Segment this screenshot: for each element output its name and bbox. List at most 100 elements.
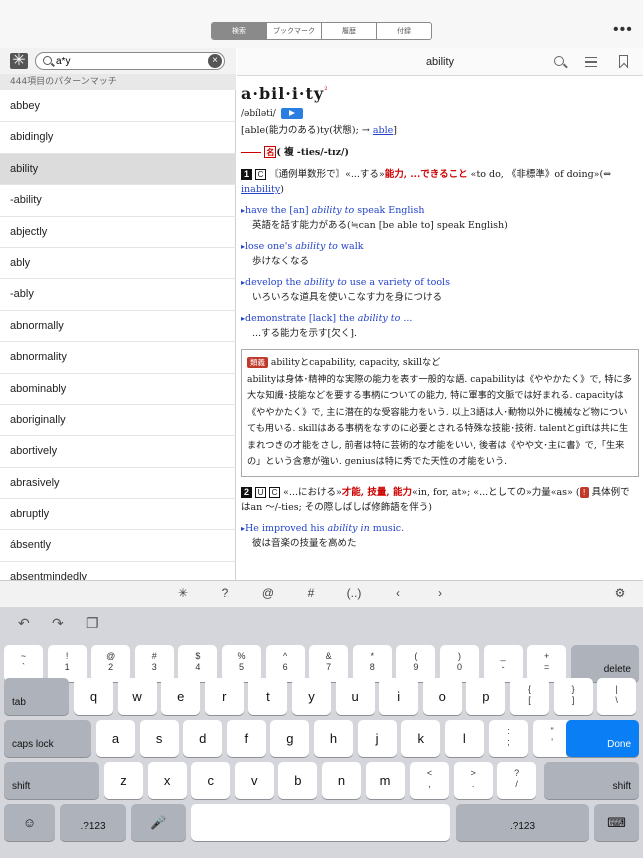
key-12[interactable]: + = [527,645,567,682]
key-5[interactable]: % 5 [222,645,261,682]
key-x[interactable]: x [147,762,187,799]
key-sym[interactable]: | \ [597,678,637,715]
menu-icon[interactable] [585,57,597,67]
at-key[interactable]: @ [258,586,278,600]
key-q[interactable]: q [74,678,113,715]
key-sym[interactable]: <, [410,762,449,799]
dictation-key[interactable]: 🎤 [131,804,186,841]
more-icon[interactable]: ••• [613,22,633,38]
hide-keyboard-key[interactable]: ⌨ [594,804,639,841]
key-2[interactable]: @2 [91,645,131,682]
key-sym[interactable]: :; [489,720,528,757]
caps-lock-key[interactable]: caps lock [4,720,91,757]
tab-key[interactable]: tab [4,678,69,715]
key-sym[interactable]: ? / [497,762,537,799]
shift-key-left[interactable]: shift [4,762,99,799]
key-8[interactable]: * 8 [352,645,392,682]
tab-bookmark[interactable]: ブックマーク [266,23,321,39]
redo-icon[interactable]: ↷ [52,615,64,632]
settings-gear-icon[interactable]: ⚙ [610,586,630,600]
key-y[interactable]: y [292,678,331,715]
clear-icon[interactable]: × [208,54,222,68]
hash-key[interactable]: # [301,586,321,600]
key-4[interactable]: $4 [178,645,218,682]
key-z[interactable]: z [104,762,143,799]
question-key[interactable]: ? [215,586,235,600]
paren-key[interactable]: (..) [344,586,364,600]
tab-history[interactable]: 履歴 [321,23,376,39]
key-c[interactable]: c [191,762,231,799]
key-3[interactable]: #3 [134,645,174,682]
key-sym[interactable]: {[ [510,678,549,715]
key-v[interactable]: v [234,762,274,799]
back-icon[interactable]: ‹ [388,586,408,600]
key-n[interactable]: n [322,762,361,799]
key-k[interactable]: k [401,720,441,757]
list-item[interactable]: ably [0,248,236,280]
shift-key-right[interactable]: shift [544,762,639,799]
list-item[interactable]: abbey [0,91,236,123]
key-w[interactable]: w [117,678,157,715]
key-6[interactable]: ^ 6 [265,645,305,682]
forward-icon[interactable]: › [430,586,450,600]
key-t[interactable]: t [248,678,288,715]
search-icon[interactable] [554,56,564,66]
wildcard-button[interactable]: ✳︎ [10,53,28,69]
space-key[interactable] [191,804,450,841]
key-o[interactable]: o [422,678,462,715]
key-g[interactable]: g [270,720,310,757]
numbers-key-left[interactable]: .?123 [60,804,126,841]
key-h[interactable]: h [314,720,353,757]
list-item[interactable]: ability [0,153,236,186]
list-item[interactable]: abnormally [0,311,236,343]
key-0[interactable]: ~ ` [4,645,43,682]
key-j[interactable]: j [357,720,397,757]
done-key[interactable]: Done [566,720,639,757]
key-i[interactable]: i [379,678,419,715]
delete-key[interactable]: delete [571,645,639,682]
play-audio-icon[interactable] [280,108,303,119]
key-f[interactable]: f [226,720,266,757]
wildcard-asterisk-key[interactable]: ✳︎ [173,586,193,600]
antonym-link[interactable]: inability [241,184,280,195]
list-item[interactable]: abortively [0,436,236,468]
list-item[interactable]: ábsently [0,530,236,562]
key-l[interactable]: l [444,720,484,757]
key-d[interactable]: d [183,720,223,757]
list-item[interactable]: aboriginally [0,405,236,437]
list-item[interactable]: abominably [0,374,236,405]
list-item[interactable]: abidingly [0,122,236,154]
list-item[interactable]: abruptly [0,499,236,531]
bookmark-icon[interactable] [619,55,628,68]
key-11[interactable]: _ - [483,645,523,682]
list-item[interactable]: -ability [0,185,236,217]
key-sym[interactable]: }] [553,678,593,715]
emoji-key[interactable]: ☺ [4,804,55,841]
key-10[interactable]: ) 0 [440,645,479,682]
key-m[interactable]: m [365,762,405,799]
key-u[interactable]: u [335,678,375,715]
key-a[interactable]: a [96,720,135,757]
numbers-key-right[interactable]: .?123 [456,804,589,841]
tab-search[interactable]: 検索 [212,23,266,39]
key-p[interactable]: p [466,678,506,715]
key-r[interactable]: r [204,678,244,715]
list-item[interactable]: abnormality [0,342,236,374]
key-s[interactable]: s [139,720,179,757]
key-sym[interactable]: >. [453,762,493,799]
list-item[interactable]: abjectly [0,217,236,248]
key-9[interactable]: (9 [396,645,436,682]
key-1[interactable]: ! 1 [47,645,87,682]
search-input[interactable] [56,54,196,68]
list-item[interactable]: absentmindedly [0,562,236,580]
tab-appendix[interactable]: 付録 [376,23,431,39]
etymology-link[interactable]: able [373,125,393,136]
key-e[interactable]: e [161,678,201,715]
paste-icon[interactable]: ❐ [86,615,99,632]
key-7[interactable]: & 7 [309,645,349,682]
undo-icon[interactable]: ↶ [18,615,30,632]
list-item[interactable]: abrasively [0,468,236,500]
key-b[interactable]: b [278,762,318,799]
key-char: ` [22,662,25,672]
list-item[interactable]: -ably [0,279,236,311]
